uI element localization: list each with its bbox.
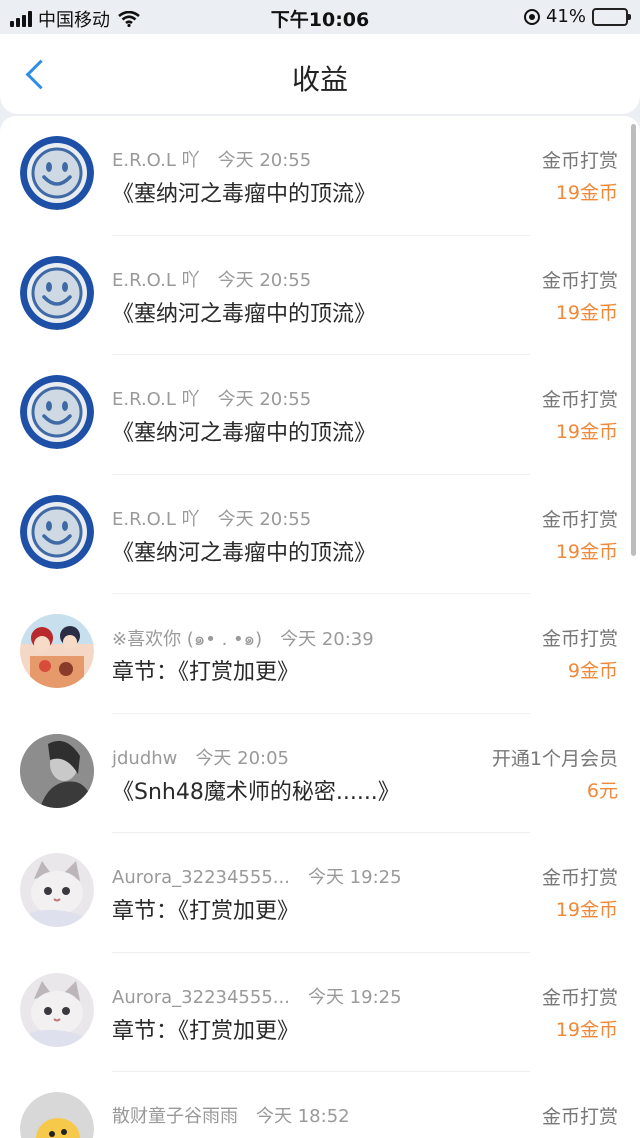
earning-amount: 19金币 [556, 1134, 618, 1138]
earning-amount: 6元 [586, 779, 618, 802]
list-item[interactable]: E.R.O.L 吖今天 20:55 《塞纳河之毒瘤中的顶流》 金币打赏 19金币 [0, 236, 640, 355]
user-name: Aurora_32234555... [112, 867, 290, 888]
earning-amount: 19金币 [555, 1018, 618, 1041]
nav-header: 收益 [0, 34, 640, 114]
user-name: 散财童子谷雨雨 [112, 1106, 238, 1127]
timestamp: 今天 18:52 [256, 1106, 350, 1127]
avatar[interactable] [20, 972, 94, 1047]
earning-type: 金币打赏 [541, 628, 618, 650]
earning-type: 金币打赏 [541, 508, 618, 531]
avatar[interactable] [20, 255, 94, 330]
item-title: 《Snh48魔术师的秘密......》 [112, 779, 400, 805]
avatar[interactable] [20, 136, 94, 210]
avatar[interactable] [20, 494, 94, 569]
earning-type: 金币打赏 [541, 389, 618, 411]
timestamp: 今天 20:05 [195, 747, 289, 769]
earning-type: 金币打赏 [541, 1106, 618, 1128]
user-line: E.R.O.L 吖今天 20:55 [112, 266, 311, 292]
earning-type: 开通1个月会员 [491, 747, 618, 770]
item-title: 《塞纳河之毒瘤中的顶流》 [112, 421, 377, 446]
earning-amount: 19金币 [555, 301, 618, 324]
item-title: 《塞纳河之毒瘤中的顶流》 [112, 301, 377, 327]
avatar[interactable] [20, 614, 94, 688]
earning-amount: 19金币 [555, 540, 618, 563]
list-item[interactable]: E.R.O.L 吖今天 20:55 《塞纳河之毒瘤中的顶流》 金币打赏 19金币 [0, 355, 640, 475]
item-title: 章节：《打赏加更》 [112, 1018, 300, 1044]
timestamp: 今天 20:39 [280, 629, 374, 650]
list-item[interactable]: jdudhw 今天 20:05 《Snh48魔术师的秘密......》 开通1个月会员… [0, 714, 640, 833]
avatar[interactable] [20, 1092, 94, 1138]
user-line: jdudhw 今天 20:05 [112, 744, 289, 770]
list-item[interactable]: Aurora_32234555... 今天 19:25 章节：《打赏加更》 金币打赏 1… [0, 833, 640, 953]
battery-percent: 41% [545, 6, 586, 27]
avatar[interactable] [20, 853, 94, 927]
avatar[interactable] [20, 733, 94, 808]
battery-icon [592, 7, 631, 26]
earning-amount: 19金币 [555, 421, 618, 443]
earning-amount: 19金币 [555, 182, 618, 204]
earning-amount: 19金币 [555, 899, 618, 921]
item-title: 《塞纳河之毒瘤中的顶流》 [112, 1132, 376, 1138]
status-right: 41% [523, 6, 631, 27]
user-line: 散财童子谷雨雨 今天 18:52 [112, 1102, 350, 1128]
list-item[interactable]: E.R.O.L 吖今天 20:55 《塞纳河之毒瘤中的顶流》 金币打赏 19金币 [0, 475, 640, 594]
user-line: Aurora_32234555... 今天 19:25 [112, 863, 402, 889]
orientation-lock-icon [523, 8, 540, 25]
user-line: Aurora_32234555... 今天 19:25 [112, 983, 402, 1009]
earning-amount: 9金币 [567, 660, 618, 682]
earning-type: 金币打赏 [541, 150, 618, 172]
user-name: E.R.O.L 吖 [112, 150, 200, 171]
list-item[interactable]: 散财童子谷雨雨今天 18:52 《塞纳河之毒瘤中的顶流》 金币打赏 19金币 [0, 1072, 640, 1138]
timestamp: 今天 20:55 [217, 389, 312, 410]
earning-type: 金币打赏 [541, 867, 618, 889]
timestamp: 今天 20:55 [217, 508, 312, 530]
user-line: E.R.O.L 吖今天 20:55 [112, 505, 311, 531]
list-item[interactable]: Aurora_32234555... 今天 19:25 章节：《打赏加更》 金币打赏 1… [0, 953, 640, 1072]
item-title: 《塞纳河之毒瘤中的顶流》 [112, 540, 377, 566]
item-title: 章节：《打赏加更》 [112, 899, 300, 924]
user-name: ※喜欢你 (๑• . •๑) [112, 629, 263, 650]
user-line: E.R.O.L 吖今天 20:55 [112, 385, 311, 411]
user-line: E.R.O.L 吖今天 20:55 [112, 146, 311, 172]
user-name: E.R.O.L 吖 [112, 508, 200, 530]
user-name: E.R.O.L 吖 [112, 269, 200, 291]
user-line: ※喜欢你 (๑• . •๑) 今天 20:39 [112, 624, 374, 653]
list-item[interactable]: ※喜欢你 (๑• . •๑) 今天 20:39 章节：《打赏加更》 金币打赏 9金币 [0, 594, 640, 714]
earning-type: 金币打赏 [541, 986, 618, 1009]
page-title: 收益 [291, 63, 348, 96]
timestamp: 今天 20:55 [217, 269, 312, 291]
item-title: 《塞纳河之毒瘤中的顶流》 [112, 182, 377, 207]
earnings-list[interactable]: E.R.O.L 吖今天 20:55 《塞纳河之毒瘤中的顶流》 金币打赏 19金币 E.R… [0, 116, 640, 1138]
avatar[interactable] [20, 375, 94, 449]
timestamp: 今天 20:55 [217, 150, 312, 171]
list-item[interactable]: E.R.O.L 吖今天 20:55 《塞纳河之毒瘤中的顶流》 金币打赏 19金币 [0, 116, 640, 236]
item-title: 章节：《打赏加更》 [112, 660, 300, 685]
timestamp: 今天 19:25 [307, 986, 402, 1008]
user-name: Aurora_32234555... [112, 986, 290, 1008]
user-name: E.R.O.L 吖 [112, 389, 200, 410]
user-name: jdudhw [112, 747, 178, 769]
status-bar: 中国移动 下午10:06 41% [0, 0, 640, 34]
earning-type: 金币打赏 [541, 269, 618, 292]
scrollbar[interactable] [631, 124, 636, 556]
timestamp: 今天 19:25 [307, 867, 402, 888]
